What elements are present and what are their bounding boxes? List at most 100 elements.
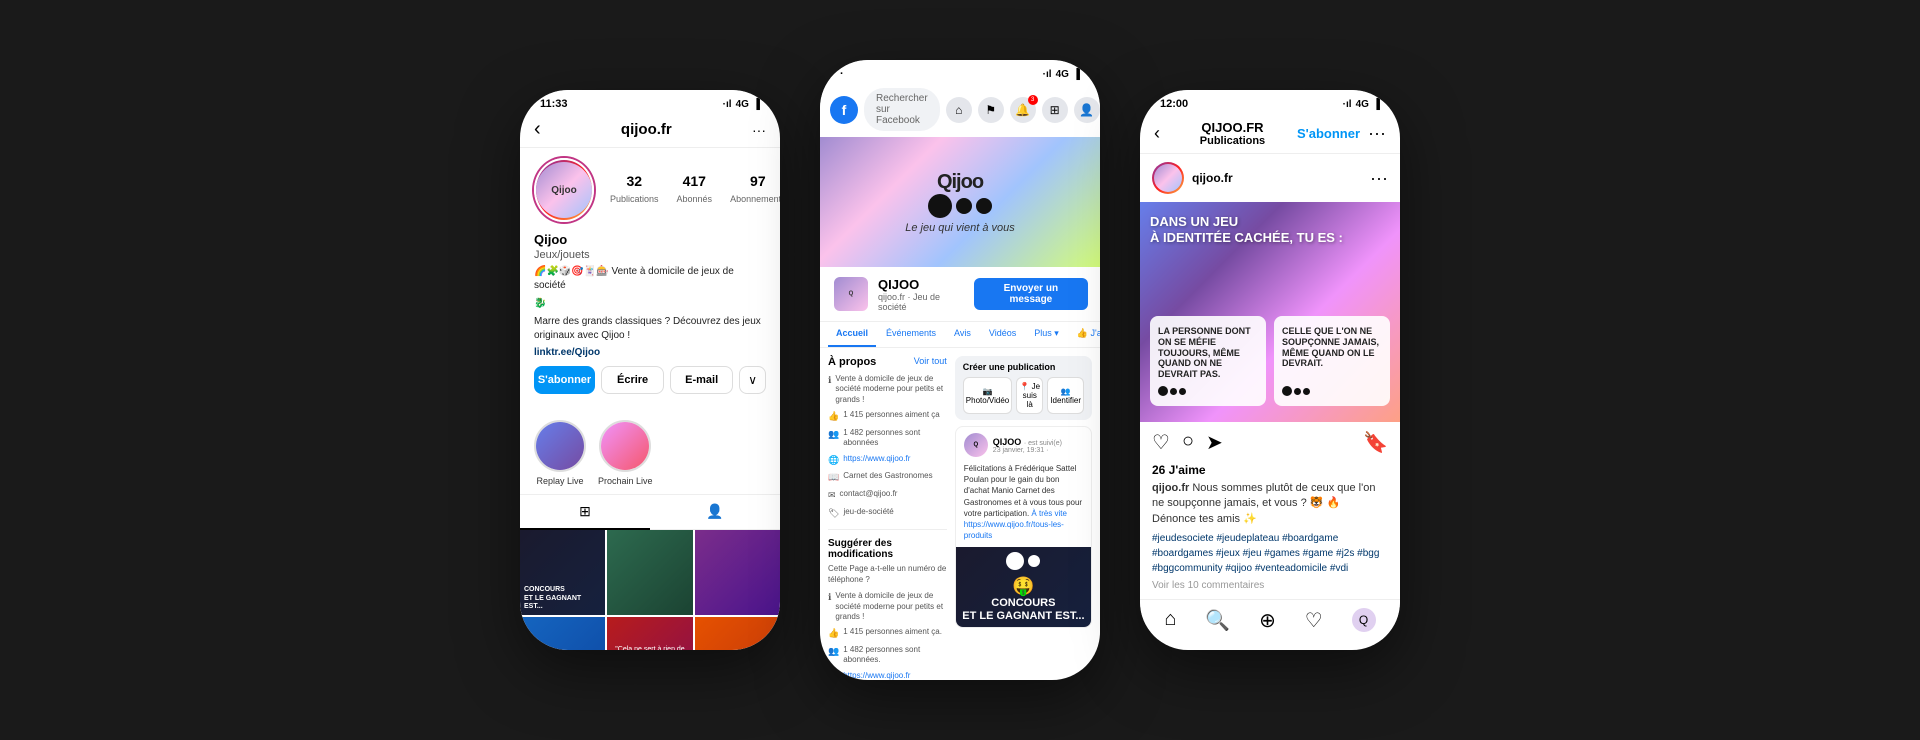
fb-search-bar[interactable]: Rechercher sur Facebook: [864, 88, 940, 131]
email-button[interactable]: E-mail: [670, 366, 733, 394]
time-1: 11:33: [540, 98, 568, 110]
fb-person-icon[interactable]: 👤: [1074, 97, 1100, 123]
fb-bell-icon[interactable]: 🔔3: [1010, 97, 1036, 123]
signal-1: ·ıl: [723, 99, 732, 110]
ig-more-icon[interactable]: ···: [752, 122, 766, 138]
fb-checkin-btn[interactable]: 📍 Je suis là: [1016, 377, 1043, 414]
ig-link[interactable]: linktr.ee/Qijoo: [534, 347, 766, 358]
ig3-card-left-logo: [1158, 386, 1258, 396]
fb-page-sub: qijoo.fr · Jeu de société: [878, 292, 966, 312]
fb-flag-icon[interactable]: ⚑: [978, 97, 1004, 123]
back-button-3[interactable]: ‹: [1154, 123, 1160, 144]
fb-post-name: QIJOO · est suivi(e): [993, 437, 1062, 447]
fb-page-name: QIJOO: [878, 277, 966, 292]
fb-tab-videos[interactable]: Vidéos: [981, 322, 1024, 347]
fb-like-btn[interactable]: 👍 J'aime déjà ▾: [1069, 322, 1100, 347]
highlight-prochain[interactable]: Prochain Live: [598, 420, 653, 486]
ig-highlights: Replay Live Prochain Live: [520, 412, 780, 494]
battery-1: ▐: [753, 99, 760, 110]
phone-instagram-publications: 12:00 ·ıl 4G ▐ ‹ QIJOO.FR Publications S…: [1140, 90, 1400, 650]
grid-item-1[interactable]: CONCOURSET LE GAGNANT EST...: [520, 530, 605, 615]
battery-3: ▐: [1373, 99, 1380, 110]
fb-concours-title-2: ET LE GAGNANT EST...: [962, 610, 1084, 623]
battery-2: ▐: [1073, 69, 1080, 80]
highlight-replay[interactable]: Replay Live: [534, 420, 586, 486]
fb-nav-tabs: Accueil Événements Avis Vidéos Plus ▾ 👍 …: [820, 322, 1100, 348]
ig3-post-actions: ♡ ○ ➤ 🔖: [1140, 422, 1400, 463]
fb-top-icons: ⌂ ⚑ 🔔3 ⊞ 👤: [946, 97, 1100, 123]
fb-tab-accueil[interactable]: Accueil: [828, 322, 876, 347]
ig-action-buttons: S'abonner Écrire E-mail ∨: [534, 366, 766, 394]
fb-post-1: Q QIJOO · est suivi(e) 23 janvier, 19:31…: [955, 426, 1092, 628]
ig3-username: QIJOO.FR: [1168, 120, 1297, 135]
ig3-card-right: Celle que l'on ne soupçonne jamais, même…: [1274, 316, 1390, 406]
fb-about-item-4: 🌐 https://www.qijoo.fr: [828, 454, 947, 467]
fb-tab-evenements[interactable]: Événements: [878, 322, 944, 347]
fb-about-item-7: 🏷 jeu-de-société: [828, 507, 947, 520]
fb-menu-icon[interactable]: ⊞: [1042, 97, 1068, 123]
fb-tab-avis[interactable]: Avis: [946, 322, 979, 347]
fb-brand-name: Qijoo: [937, 171, 983, 194]
write-button[interactable]: Écrire: [601, 366, 664, 394]
ig3-post-avatar: [1152, 162, 1184, 194]
fb-create-post: Créer une publication 📷 Photo/Vidéo 📍 Je…: [955, 356, 1092, 420]
ig3-hashtags: #jeudesociete #jeudeplateau #boardgame #…: [1140, 531, 1400, 580]
ig3-publications-title: Publications: [1168, 135, 1297, 147]
fb-tab-plus[interactable]: Plus ▾: [1026, 322, 1067, 347]
fb-about-section: À propos Voir tout ℹ Vente à domicile de…: [828, 356, 947, 680]
grid-item-6[interactable]: DANS UN JEUÀ IDENTITÉE CACHÉE: [695, 617, 780, 650]
network-3: 4G: [1356, 99, 1369, 110]
nav-home-icon-3[interactable]: ⌂: [1164, 608, 1176, 633]
status-bar-1: 11:33 ·ıl 4G ▐: [520, 90, 780, 114]
save-icon[interactable]: 🔖: [1363, 430, 1388, 455]
signal-2: ·ıl: [1043, 69, 1052, 80]
ig-category: Jeux/jouets: [534, 249, 766, 261]
ig3-post-username: qijoo.fr: [1192, 171, 1233, 185]
grid-item-5[interactable]: "Cela ne sert à rien de tirer son épingl…: [607, 617, 692, 650]
comment-icon[interactable]: ○: [1182, 430, 1194, 455]
grid-item-4[interactable]: [520, 617, 605, 650]
fb-content: À propos Voir tout ℹ Vente à domicile de…: [820, 348, 1100, 680]
fb-message-button[interactable]: Envoyer un message: [974, 278, 1088, 310]
fb-post-header: Q QIJOO · est suivi(e) 23 janvier, 19:31…: [956, 427, 1091, 463]
fb-suggest-items: ℹVente à domicile de jeux de société mod…: [828, 591, 947, 680]
ig-header: ‹ qijoo.fr ···: [520, 114, 780, 148]
stat-publications: 32 Publications: [610, 173, 659, 207]
fb-post-time: 23 janvier, 19:31 ·: [993, 447, 1062, 454]
nav-profile-icon-3[interactable]: Q: [1352, 608, 1376, 632]
ig3-bottom-nav: ⌂ 🔍 ⊕ ♡ Q: [1140, 599, 1400, 645]
share-icon[interactable]: ➤: [1206, 430, 1223, 455]
ig3-post-more-icon[interactable]: ···: [1370, 168, 1388, 189]
ig3-card-right-logo: [1282, 386, 1382, 396]
fb-cover-photo: Qijoo Le jeu qui vient à vous: [820, 137, 1100, 267]
ig-photo-grid: CONCOURSET LE GAGNANT EST... "Cela ne se…: [520, 530, 780, 650]
ig-bio-2: 🐉: [534, 297, 766, 311]
fb-tagline: Le jeu qui vient à vous: [905, 222, 1014, 234]
signal-3: ·ıl: [1343, 99, 1352, 110]
like-icon[interactable]: ♡: [1152, 430, 1170, 455]
fb-voir-tout[interactable]: Voir tout: [914, 356, 947, 368]
subscribe-button-1[interactable]: S'abonner: [534, 366, 595, 394]
ig3-comments-link[interactable]: Voir les 10 commentaires: [1140, 580, 1400, 599]
nav-plus-icon-3[interactable]: ⊕: [1259, 608, 1276, 633]
network-2: 4G: [1056, 69, 1069, 80]
more-button-1[interactable]: ∨: [739, 366, 766, 394]
ig3-subscribe-button[interactable]: S'abonner: [1297, 126, 1360, 141]
avatar-1: Qijoo: [534, 158, 594, 222]
ig3-card-left: La personne dont on se méfie toujours, m…: [1150, 316, 1266, 406]
fb-photo-video-btn[interactable]: 📷 Photo/Vidéo: [963, 377, 1012, 414]
fb-post-text: Félicitations à Frédérique Sattel Poulan…: [956, 463, 1091, 547]
grid-item-3[interactable]: [695, 530, 780, 615]
tab-tagged[interactable]: 👤: [650, 495, 780, 529]
avatar-text: Qijoo: [551, 185, 577, 196]
nav-search-icon-3[interactable]: 🔍: [1205, 608, 1230, 633]
fb-page-header: Q QIJOO qijoo.fr · Jeu de société Envoye…: [820, 267, 1100, 322]
grid-item-2[interactable]: [607, 530, 692, 615]
tab-grid[interactable]: ⊞: [520, 495, 650, 530]
time-3: 12:00: [1160, 98, 1188, 110]
nav-heart-icon-3[interactable]: ♡: [1305, 608, 1323, 633]
fb-tag-btn[interactable]: 👥 Identifier: [1047, 377, 1084, 414]
fb-home-icon[interactable]: ⌂: [946, 97, 972, 123]
back-button-1[interactable]: ‹: [534, 118, 541, 141]
ig3-more-icon[interactable]: ···: [1368, 123, 1386, 144]
